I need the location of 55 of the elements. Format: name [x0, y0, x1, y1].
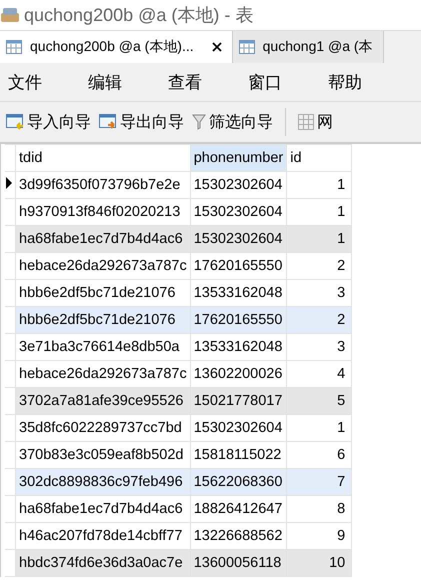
table-cell: hebace26da292673a787c — [16, 252, 190, 280]
tab-label: quchong1 @a (本 — [262, 38, 373, 56]
toolbar-button[interactable]: 网 — [296, 110, 335, 134]
grid-icon — [298, 114, 314, 130]
table-cell: 15021778017 — [190, 388, 287, 414]
menu-item[interactable]: 文件 — [0, 70, 80, 94]
tab-label: quchong200b @a (本地)... — [30, 38, 194, 56]
table-cell: 17620165550 — [190, 252, 287, 280]
table-icon — [238, 40, 255, 54]
tab[interactable]: quchong200b @a (本地)... — [0, 31, 233, 63]
table-cell: 15302302604 — [190, 172, 287, 198]
table-cell: hbdc374fd6e36d3a0ac7e — [16, 550, 190, 576]
table-cell: 10 — [286, 550, 352, 576]
table-cell: 7 — [286, 468, 352, 496]
toolbar-button[interactable]: 导出向导 — [97, 110, 186, 134]
table-cell: 1 — [286, 172, 352, 198]
column-header[interactable]: phonenumber — [190, 144, 287, 172]
column-header[interactable]: id — [286, 144, 352, 172]
funnel-icon — [192, 114, 206, 130]
table-cell: 302dc8898836c97feb496 — [16, 468, 190, 496]
table-cell: 3702a7a81afe39ce95526 — [16, 388, 190, 414]
table-cell: 13600056118 — [190, 550, 287, 576]
table-cell: 1 — [286, 414, 352, 442]
table-cell: 18826412647 — [190, 496, 287, 522]
table-cell: 8 — [286, 496, 352, 522]
table-cell: ha68fabe1ec7d7b4d4ac6 — [16, 496, 190, 522]
toolbar-button[interactable]: 导入向导 — [4, 110, 93, 134]
table-cell: 2 — [286, 252, 352, 280]
table-cell: 15302302604 — [190, 414, 287, 442]
table-cell: 5 — [286, 388, 352, 414]
table-cell: ha68fabe1ec7d7b4d4ac6 — [16, 226, 190, 252]
table-cell: 2 — [286, 306, 352, 334]
table-cell: 13533162048 — [190, 334, 287, 360]
table-cell: 35d8fc6022289737cc7bd — [16, 414, 190, 442]
table-cell: 1 — [286, 226, 352, 252]
row-indicator[interactable] — [5, 172, 16, 198]
table-cell: 3 — [286, 334, 352, 360]
table-cell: 15622068360 — [190, 468, 287, 496]
table-cell: 15302302604 — [190, 226, 287, 252]
row-pointer-icon — [5, 177, 13, 189]
database-icon — [0, 7, 20, 23]
menu-item[interactable]: 编辑 — [80, 70, 160, 94]
window-title: quchong200b @a (本地) - 表 — [24, 4, 254, 27]
table-cell: 3e71ba3c76614e8db50a — [16, 334, 190, 360]
close-icon[interactable] — [212, 42, 222, 52]
table-cell: 3d99f6350f073796b7e2e — [16, 172, 190, 198]
column-header[interactable]: tdid — [16, 144, 190, 172]
tab[interactable]: quchong1 @a (本 — [232, 31, 384, 63]
menu-item[interactable]: 窗口 — [240, 70, 320, 94]
toolbar-button[interactable]: 筛选向导 — [190, 110, 275, 134]
table-cell: 17620165550 — [190, 306, 287, 334]
table-icon — [6, 40, 22, 54]
menu-item[interactable]: 帮助 — [320, 70, 400, 94]
table-cell: hbb6e2df5bc71de21076 — [16, 306, 190, 334]
menu-item[interactable]: 查看 — [160, 70, 240, 94]
